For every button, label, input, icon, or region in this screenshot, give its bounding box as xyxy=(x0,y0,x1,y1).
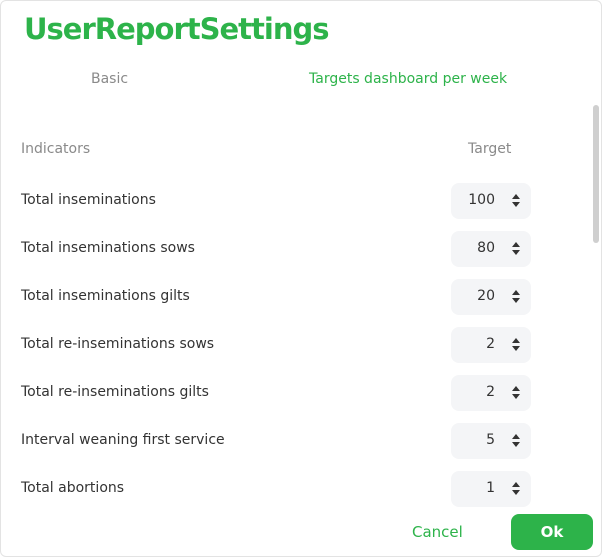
stepper-arrows[interactable] xyxy=(512,289,520,305)
table-row: Total abortions 1 xyxy=(1,471,591,507)
table-row: Total inseminations gilts 20 xyxy=(1,279,591,315)
decrement-arrow-icon[interactable] xyxy=(512,298,520,303)
decrement-arrow-icon[interactable] xyxy=(512,250,520,255)
target-stepper[interactable]: 2 xyxy=(451,375,531,411)
target-stepper[interactable]: 20 xyxy=(451,279,531,315)
target-value[interactable]: 100 xyxy=(468,192,495,208)
target-value[interactable]: 1 xyxy=(486,480,495,496)
increment-arrow-icon[interactable] xyxy=(512,338,520,343)
target-stepper[interactable]: 5 xyxy=(451,423,531,459)
target-value[interactable]: 20 xyxy=(477,288,495,304)
target-stepper[interactable]: 2 xyxy=(451,327,531,363)
decrement-arrow-icon[interactable] xyxy=(512,442,520,447)
stepper-arrows[interactable] xyxy=(512,481,520,497)
decrement-arrow-icon[interactable] xyxy=(512,490,520,495)
tab-targets-dashboard-per-week[interactable]: Targets dashboard per week xyxy=(309,71,507,87)
target-stepper[interactable]: 1 xyxy=(451,471,531,507)
indicator-label: Total re-inseminations sows xyxy=(21,336,215,352)
column-header-target: Target xyxy=(468,141,512,157)
indicator-label: Total inseminations gilts xyxy=(21,288,190,304)
target-stepper[interactable]: 100 xyxy=(451,183,531,219)
user-report-settings-dialog: UserReportSettings Basic Targets dashboa… xyxy=(0,0,602,557)
target-value[interactable]: 2 xyxy=(486,384,495,400)
increment-arrow-icon[interactable] xyxy=(512,434,520,439)
indicator-label: Interval weaning first service xyxy=(21,432,225,448)
targets-table: Indicators Target Total inseminations 10… xyxy=(1,101,591,509)
scrollbar[interactable] xyxy=(593,101,599,501)
decrement-arrow-icon[interactable] xyxy=(512,394,520,399)
indicator-label: Total abortions xyxy=(21,480,125,496)
cancel-button[interactable]: Cancel xyxy=(412,523,463,541)
stepper-arrows[interactable] xyxy=(512,193,520,209)
scrollbar-thumb[interactable] xyxy=(593,105,599,243)
stepper-arrows[interactable] xyxy=(512,241,520,257)
table-row: Total inseminations 100 xyxy=(1,183,591,219)
increment-arrow-icon[interactable] xyxy=(512,242,520,247)
stepper-arrows[interactable] xyxy=(512,433,520,449)
increment-arrow-icon[interactable] xyxy=(512,194,520,199)
indicator-label: Total re-inseminations gilts xyxy=(21,384,209,400)
ok-button[interactable]: Ok xyxy=(511,514,593,550)
increment-arrow-icon[interactable] xyxy=(512,482,520,487)
increment-arrow-icon[interactable] xyxy=(512,290,520,295)
target-value[interactable]: 2 xyxy=(486,336,495,352)
indicator-label: Total inseminations sows xyxy=(21,240,195,256)
column-header-indicators: Indicators xyxy=(21,141,91,157)
stepper-arrows[interactable] xyxy=(512,337,520,353)
decrement-arrow-icon[interactable] xyxy=(512,346,520,351)
tab-basic[interactable]: Basic xyxy=(91,71,128,87)
indicator-label: Total inseminations xyxy=(21,192,156,208)
table-row: Interval weaning first service 5 xyxy=(1,423,591,459)
table-row: Total inseminations sows 80 xyxy=(1,231,591,267)
target-value[interactable]: 80 xyxy=(477,240,495,256)
stepper-arrows[interactable] xyxy=(512,385,520,401)
increment-arrow-icon[interactable] xyxy=(512,386,520,391)
target-value[interactable]: 5 xyxy=(486,432,495,448)
target-stepper[interactable]: 80 xyxy=(451,231,531,267)
table-row: Total re-inseminations sows 2 xyxy=(1,327,591,363)
decrement-arrow-icon[interactable] xyxy=(512,202,520,207)
tab-bar: Basic Targets dashboard per week xyxy=(1,71,591,93)
table-row: Total re-inseminations gilts 2 xyxy=(1,375,591,411)
dialog-title: UserReportSettings xyxy=(24,12,330,46)
